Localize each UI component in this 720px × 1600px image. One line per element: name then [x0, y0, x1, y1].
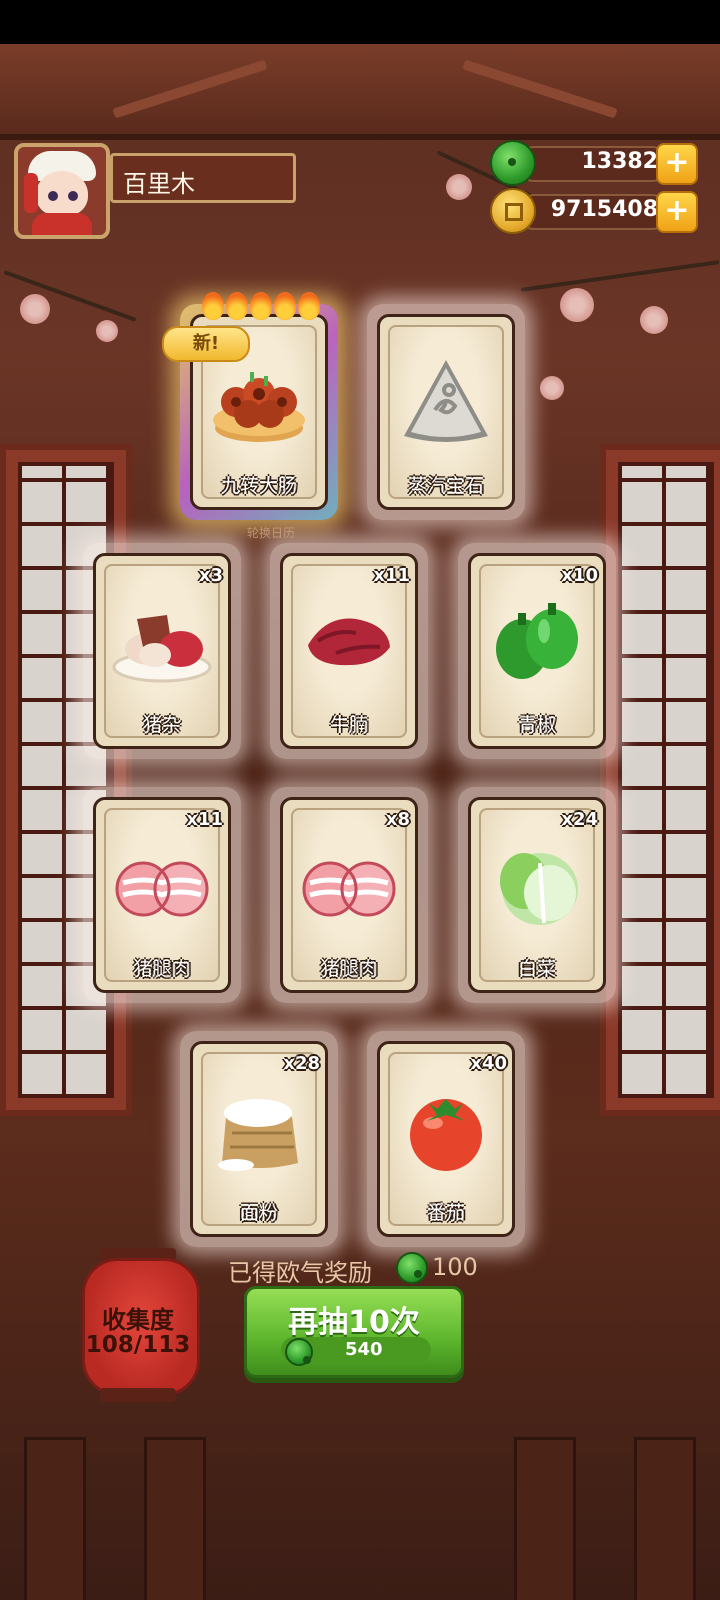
- card-quantity: x10: [561, 565, 598, 586]
- green-pepper-icon: [484, 589, 590, 689]
- reward-card[interactable]: x3 猪杂: [83, 543, 241, 759]
- blossom-icon: [446, 174, 472, 200]
- pork-leg-icon: [296, 833, 402, 933]
- reward-card[interactable]: x8 猪腿肉: [270, 787, 428, 1003]
- reward-card[interactable]: 蒸汽宝石: [367, 304, 525, 520]
- coin-amount: 9715408: [550, 197, 658, 222]
- luck-reward-value: 100: [432, 1253, 478, 1281]
- blossom-icon: [540, 376, 564, 400]
- reward-card[interactable]: x11 猪腿肉: [83, 787, 241, 1003]
- cabbage-icon: [484, 833, 590, 933]
- pork-leg-icon: [109, 833, 215, 933]
- tomato-icon: [393, 1077, 499, 1177]
- coin-icon: [490, 188, 536, 234]
- braised-intestine-dish-icon: [206, 350, 312, 450]
- collection-progress: 108/113: [85, 1332, 191, 1358]
- draw-ten-button[interactable]: 再抽10次 540: [244, 1286, 464, 1378]
- status-bar: [0, 0, 720, 44]
- card-quantity: x40: [470, 1053, 507, 1074]
- reward-card[interactable]: x24 白菜: [458, 787, 616, 1003]
- draw-cost-value: 540: [345, 1339, 383, 1360]
- jade-amount: 13382: [581, 149, 658, 174]
- collection-label: 收集度: [102, 1306, 174, 1334]
- player-profile[interactable]: 百里木: [14, 143, 296, 239]
- card-quantity: x24: [561, 809, 598, 830]
- blossom-icon: [20, 294, 50, 324]
- name-plate: 百里木: [110, 153, 296, 203]
- blossom-branch: [520, 260, 720, 292]
- jade-currency: 13382 +: [490, 140, 702, 186]
- pork-offal-icon: [109, 589, 215, 689]
- jade-icon: [396, 1252, 428, 1284]
- reward-card[interactable]: x40 番茄: [367, 1031, 525, 1247]
- collection-lantern[interactable]: 收集度 108/113: [82, 1248, 200, 1408]
- card-quantity: x8: [385, 809, 410, 830]
- draw-cost: 540: [281, 1337, 431, 1366]
- blossom-icon: [640, 306, 668, 334]
- card-name: 九转大肠: [220, 475, 297, 497]
- rotation-calendar-caption: 轮换日历: [247, 526, 296, 540]
- rarity-flames: [202, 292, 322, 324]
- blossom-icon: [560, 288, 594, 322]
- flame-icon: [202, 292, 224, 320]
- card-quantity: x28: [283, 1053, 320, 1074]
- card-name: 猪腿肉: [133, 958, 191, 980]
- card-name: 白菜: [517, 958, 556, 980]
- player-name: 百里木: [123, 170, 195, 198]
- beef-brisket-icon: [296, 589, 402, 689]
- flame-icon: [298, 292, 320, 320]
- fence-post: [24, 1437, 86, 1600]
- card-quantity: x11: [373, 565, 410, 586]
- flour-sack-icon: [206, 1077, 312, 1177]
- steam-gem-icon: [393, 350, 499, 450]
- add-jade-button[interactable]: +: [656, 143, 698, 185]
- fence-post: [514, 1437, 576, 1600]
- flame-icon: [226, 292, 248, 320]
- fence-post: [634, 1437, 696, 1600]
- card-quantity: x11: [186, 809, 223, 830]
- reward-card[interactable]: x11 牛腩: [270, 543, 428, 759]
- avatar[interactable]: [14, 143, 110, 239]
- card-name: 牛腩: [329, 714, 368, 736]
- roof-beam: [0, 44, 720, 140]
- reward-card[interactable]: x10 青椒: [458, 543, 616, 759]
- jade-icon: [490, 140, 536, 186]
- flame-icon: [274, 292, 296, 320]
- right-lattice-window: [600, 444, 720, 1116]
- card-name: 蒸汽宝石: [407, 475, 484, 497]
- luck-reward-label: 已得欧气奖励: [228, 1259, 372, 1287]
- blossom-icon: [96, 320, 118, 342]
- card-name: 面粉: [239, 1202, 278, 1224]
- reward-card[interactable]: 九转大肠 新!: [162, 292, 338, 520]
- draw-ten-label: 再抽10次: [288, 1305, 420, 1340]
- card-name: 猪腿肉: [320, 958, 378, 980]
- coin-currency: 9715408 +: [490, 188, 702, 234]
- flame-icon: [250, 292, 272, 320]
- new-badge: 新!: [162, 326, 250, 362]
- card-name: 猪杂: [142, 714, 181, 736]
- card-quantity: x3: [198, 565, 223, 586]
- fence-post: [144, 1437, 206, 1600]
- reward-card[interactable]: x28 面粉: [180, 1031, 338, 1247]
- luck-reward: 已得欧气奖励 100: [228, 1251, 488, 1287]
- add-coin-button[interactable]: +: [656, 191, 698, 233]
- jade-icon: [285, 1338, 313, 1366]
- card-name: 青椒: [517, 714, 556, 736]
- card-name: 番茄: [426, 1202, 465, 1224]
